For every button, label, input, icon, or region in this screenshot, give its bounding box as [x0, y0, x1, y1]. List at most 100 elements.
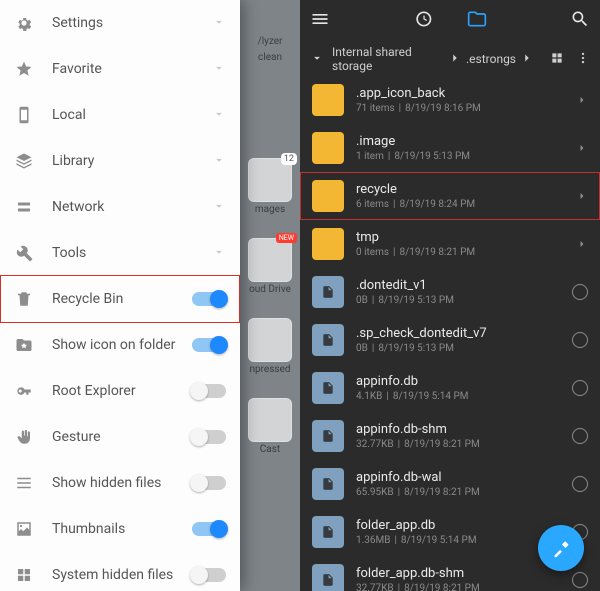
- bg-tile: 12: [248, 158, 292, 202]
- sidebar-item-library[interactable]: Library: [0, 138, 240, 184]
- bg-tile: [248, 318, 292, 362]
- sidebar-item-local[interactable]: Local: [0, 92, 240, 138]
- document-icon: [312, 276, 344, 308]
- file-row[interactable]: appinfo.db-shm32.77KB|8/19/19 8:21 PM: [300, 412, 600, 460]
- chevron-right-icon: [448, 51, 462, 68]
- breadcrumb-root[interactable]: Internal shared storage: [332, 45, 444, 73]
- bg-tile: NEW: [248, 238, 292, 282]
- top-bar: [300, 0, 600, 42]
- more-vert-icon[interactable]: [576, 51, 590, 68]
- toggle-switch[interactable]: [192, 522, 226, 536]
- chevron-down-icon: [212, 106, 226, 125]
- stack-icon: [14, 151, 34, 171]
- file-list: .app_icon_back71 items|8/19/19 8:16 PM.i…: [300, 76, 600, 591]
- toggle-switch[interactable]: [192, 384, 226, 398]
- bg-tile-new-badge: NEW: [276, 233, 297, 243]
- hand-icon: [14, 427, 34, 447]
- menu-icon[interactable]: [310, 9, 330, 33]
- picture-icon: [14, 519, 34, 539]
- chevron-right-icon: [576, 235, 588, 254]
- sidebar-item-system-hidden-files[interactable]: System hidden files: [0, 552, 240, 591]
- document-icon: [312, 516, 344, 548]
- toggle-switch[interactable]: [192, 476, 226, 490]
- lines-icon: [14, 473, 34, 493]
- bg-tile-label: oud Drive: [246, 284, 294, 295]
- toggle-switch[interactable]: [192, 338, 226, 352]
- folder-row[interactable]: .image1 item|8/19/19 5:13 PM: [300, 124, 600, 172]
- file-subtext: 6 items|8/19/19 8:24 PM: [356, 199, 576, 210]
- select-radio[interactable]: [572, 428, 588, 444]
- history-tab-icon[interactable]: [413, 9, 433, 33]
- chevron-down-icon: [212, 60, 226, 79]
- toggle-switch[interactable]: [192, 292, 226, 306]
- sidebar-item-label: Local: [52, 107, 212, 123]
- view-grid-icon[interactable]: [550, 51, 564, 68]
- folder-row[interactable]: recycle6 items|8/19/19 8:24 PM: [300, 172, 600, 220]
- sidebar-item-root-explorer[interactable]: Root Explorer: [0, 368, 240, 414]
- select-radio[interactable]: [572, 476, 588, 492]
- bg-text: clean: [246, 52, 294, 63]
- file-row[interactable]: appinfo.db-wal65.95KB|8/19/19 8:21 PM: [300, 460, 600, 508]
- sidebar-item-favorite[interactable]: Favorite: [0, 46, 240, 92]
- chevron-down-icon: [212, 152, 226, 171]
- file-name: folder_app.db: [356, 518, 572, 534]
- tab-icons: [413, 9, 487, 33]
- sidebar-item-label: Favorite: [52, 61, 212, 77]
- sidebar-item-recycle-bin[interactable]: Recycle Bin: [0, 276, 240, 322]
- sidebar-item-label: Settings: [52, 15, 212, 31]
- background-home-strip: /lyzer clean 12magesNEWoud Drivenpressed…: [240, 0, 300, 591]
- file-row[interactable]: appinfo.db4.1KB|8/19/19 5:14 PM: [300, 364, 600, 412]
- sidebar-item-label: Thumbnails: [52, 521, 192, 537]
- folder-star-icon: [14, 335, 34, 355]
- file-name: appinfo.db-wal: [356, 470, 572, 486]
- search-icon[interactable]: [570, 9, 590, 33]
- file-row[interactable]: .sp_check_dontedit_v70B|8/19/19 5:13 PM: [300, 316, 600, 364]
- sidebar-item-label: Tools: [52, 245, 212, 261]
- sidebar-item-label: System hidden files: [52, 567, 192, 583]
- sidebar-item-settings[interactable]: Settings: [0, 0, 240, 46]
- toggle-switch[interactable]: [192, 430, 226, 444]
- select-radio[interactable]: [572, 380, 588, 396]
- toggle-switch[interactable]: [192, 568, 226, 582]
- select-radio[interactable]: [572, 332, 588, 348]
- file-subtext: 0B|8/19/19 5:13 PM: [356, 343, 572, 354]
- bg-tile: [248, 398, 292, 442]
- bg-text: /lyzer: [246, 36, 294, 47]
- sidebar-item-show-hidden-files[interactable]: Show hidden files: [0, 460, 240, 506]
- star-icon: [14, 59, 34, 79]
- file-name: .app_icon_back: [356, 86, 576, 102]
- sidebar-item-label: Recycle Bin: [52, 291, 192, 307]
- chevron-right-icon: [520, 51, 534, 68]
- file-name: appinfo.db-shm: [356, 422, 572, 438]
- key-icon: [14, 381, 34, 401]
- folder-icon: [312, 180, 344, 212]
- settings-sidebar: Settings Favorite Local Library Network Tools…: [0, 0, 240, 591]
- select-radio[interactable]: [572, 284, 588, 300]
- chevron-down-icon: [212, 244, 226, 263]
- bg-tile-label: Cast: [246, 444, 294, 455]
- sidebar-item-gesture[interactable]: Gesture: [0, 414, 240, 460]
- breadcrumb-folder[interactable]: .estrongs: [466, 52, 516, 66]
- file-subtext: 32.77KB|8/19/19 8:21 PM: [356, 439, 572, 450]
- sidebar-item-thumbnails[interactable]: Thumbnails: [0, 506, 240, 552]
- chevron-down-icon: [212, 14, 226, 33]
- select-radio[interactable]: [572, 572, 588, 588]
- file-row[interactable]: .dontedit_v10B|8/19/19 5:13 PM: [300, 268, 600, 316]
- document-icon: [312, 324, 344, 356]
- sidebar-item-network[interactable]: Network: [0, 184, 240, 230]
- folder-row[interactable]: .app_icon_back71 items|8/19/19 8:16 PM: [300, 76, 600, 124]
- clean-fab[interactable]: [538, 525, 584, 571]
- sidebar-item-tools[interactable]: Tools: [0, 230, 240, 276]
- folder-row[interactable]: tmp0 items|8/19/19 8:21 PM: [300, 220, 600, 268]
- file-subtext: 65.95KB|8/19/19 8:21 PM: [356, 487, 572, 498]
- chevron-down-icon[interactable]: [310, 51, 324, 68]
- sidebar-item-show-icon-on-folder[interactable]: Show icon on folder: [0, 322, 240, 368]
- file-name: .dontedit_v1: [356, 278, 572, 294]
- file-subtext: 32.77KB|8/19/19 8:21 PM: [356, 583, 572, 591]
- sidebar-item-label: Library: [52, 153, 212, 169]
- files-tab-icon[interactable]: [467, 9, 487, 33]
- file-name: .sp_check_dontedit_v7: [356, 326, 572, 342]
- bg-tile-badge: 12: [281, 153, 297, 165]
- wrench-icon: [14, 243, 34, 263]
- file-subtext: 0 items|8/19/19 8:21 PM: [356, 247, 576, 258]
